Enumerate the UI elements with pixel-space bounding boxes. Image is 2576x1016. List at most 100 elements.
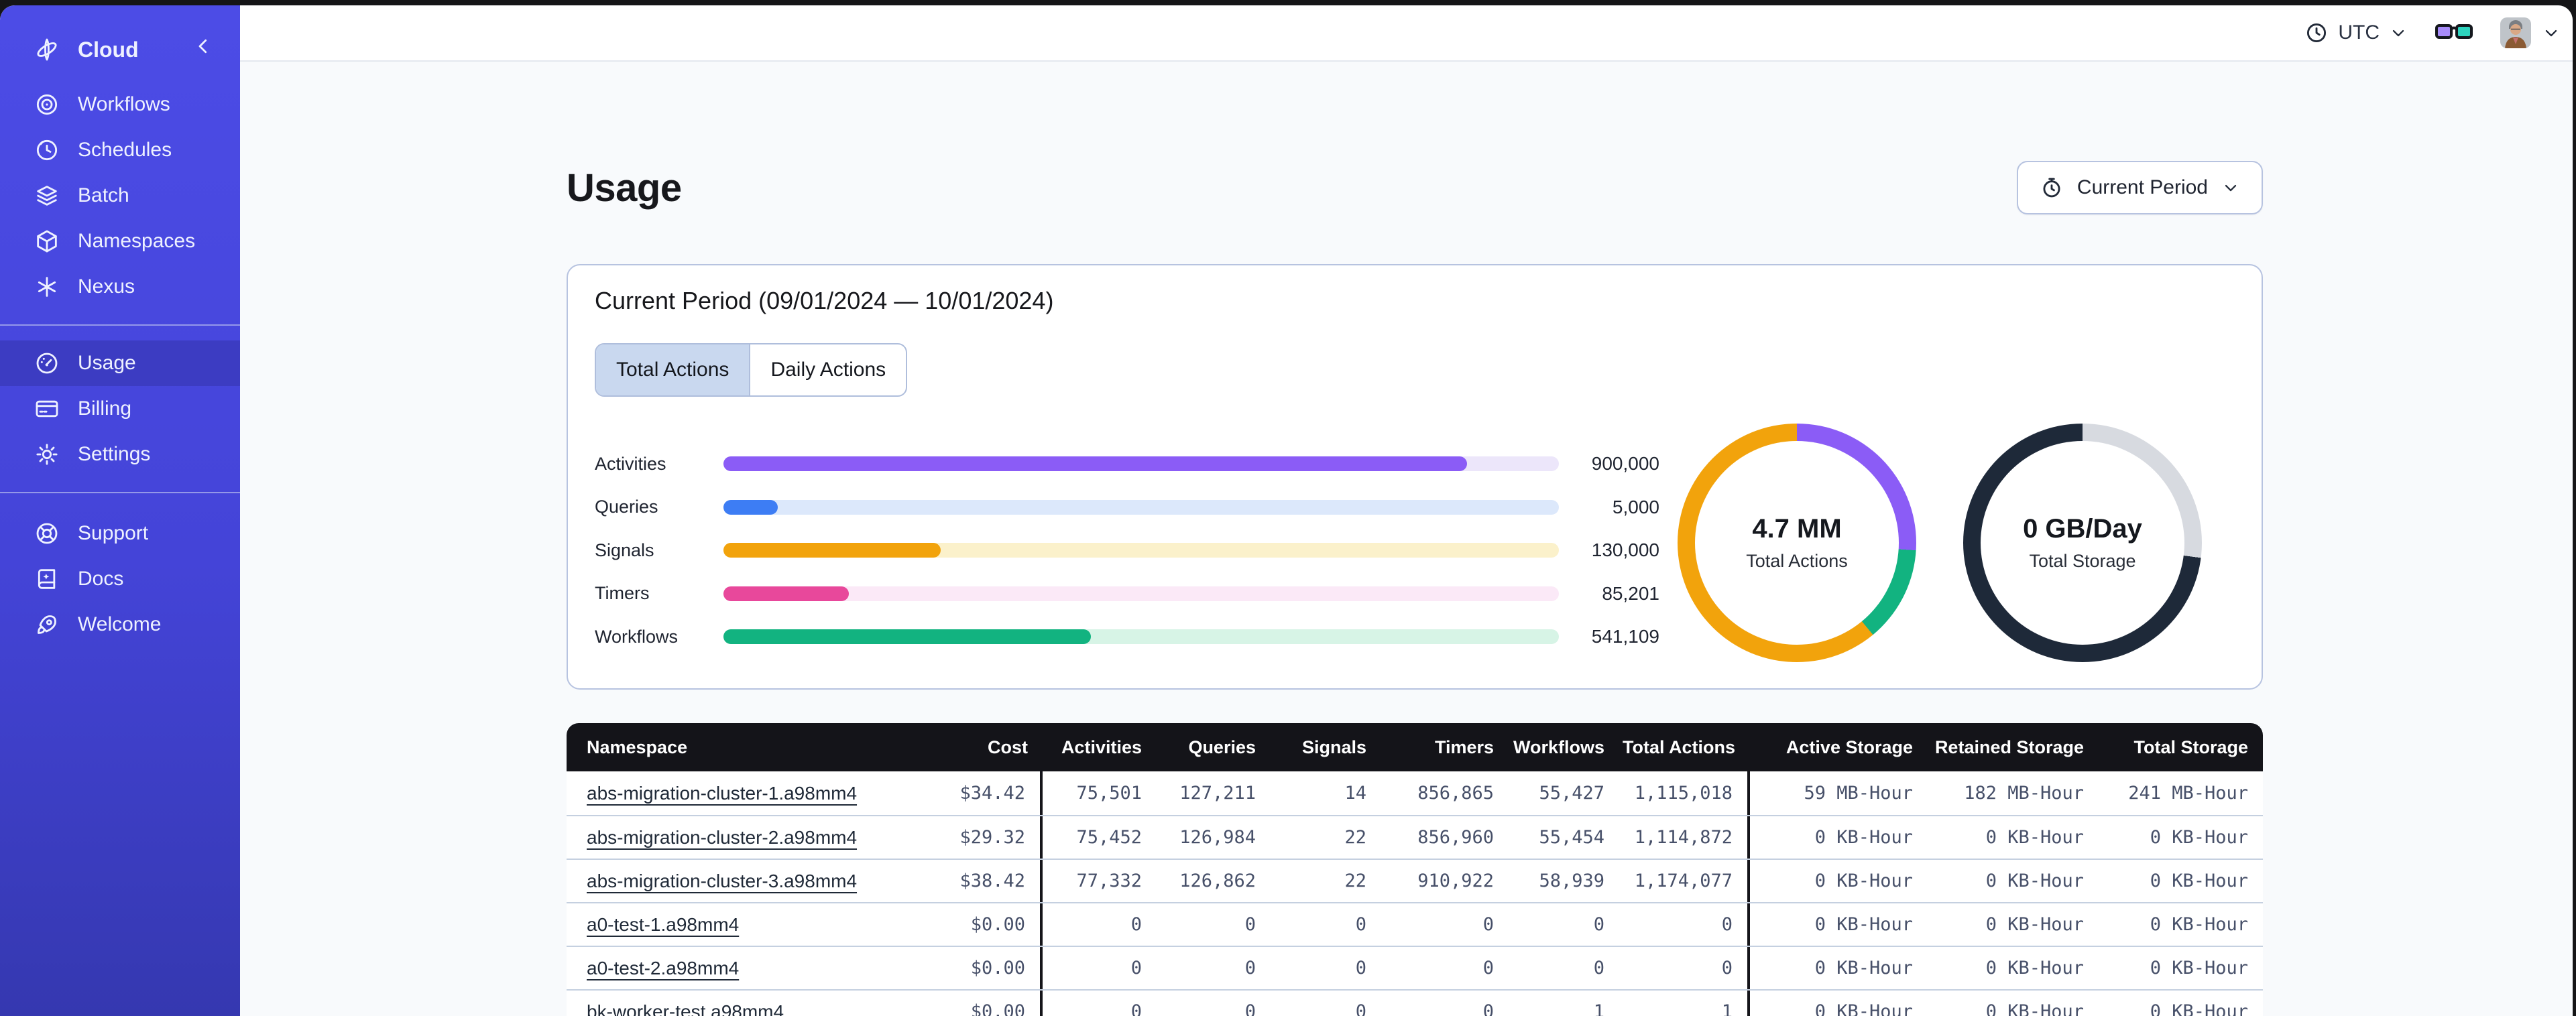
table-row: a0-test-2.a98mm4 $0.00 0 0 0 0 0 0 0 KB-Hour 0 KB… [567,946,2263,989]
namespace-link[interactable]: a0-test-2.a98mm4 [587,958,739,979]
table-cell: 22 [1344,827,1366,848]
bar-value: 5,000 [1612,496,1659,517]
sidebar-item-batch[interactable]: Batch [0,173,240,218]
table-cell: 0 [1482,958,1494,978]
sidebar-item-support[interactable]: Support [0,511,240,556]
sidebar-item-label: Schedules [78,139,172,161]
usage-panel: Current Period (09/01/2024 — 10/01/2024)… [567,264,2263,690]
welcome-rocket-icon [34,611,60,638]
table-cell: 14 [1344,783,1366,804]
bar-fill [723,499,778,515]
table-cell: a0-test-1.a98mm4 [567,903,942,946]
table-cell: 0 [1244,958,1256,978]
tab-total-actions[interactable]: Total Actions [596,344,750,395]
table-cell: 0 [1619,903,1750,946]
table-header-cell: Total Actions [1623,737,1735,757]
sidebar-item-label: Support [78,522,149,544]
table-cell: 77,332 [1076,871,1142,891]
sidebar-item-schedules[interactable]: Schedules [0,127,240,173]
table-cell: 0 KB-Hour [1985,871,2084,891]
cloud-logo-icon [34,36,60,63]
stopwatch-icon [2040,176,2064,200]
bar-value: 130,000 [1591,539,1659,561]
table-cell: abs-migration-cluster-1.a98mm4 [567,771,942,815]
sidebar-item-workflows[interactable]: Workflows [0,82,240,127]
table-header-cell: Retained Storage [1934,737,2084,757]
sidebar-item-label: Settings [78,443,151,465]
chart-bar-row: Workflows 541,109 [595,615,1659,659]
table-cell: $29.32 [942,816,1043,859]
bar-track [723,499,1559,515]
namespace-link[interactable]: abs-migration-cluster-1.a98mm4 [587,783,857,804]
bar-fill [723,543,941,558]
table-cell: 0 [1130,914,1142,935]
table-cell: 0 KB-Hour [2150,871,2248,891]
sidebar-item-label: Namespaces [78,230,196,252]
feedback-glasses-button[interactable] [2435,19,2473,48]
table-cell: 1 [1593,1001,1604,1016]
table-cell: a0-test-2.a98mm4 [567,947,942,989]
bar-category-label: Signals [595,539,654,560]
sidebar-item-settings[interactable]: Settings [0,432,240,477]
period-button-label: Current Period [2076,176,2208,198]
table-cell: 0 [1130,958,1142,978]
bar-track [723,456,1559,472]
table-cell: 0 [1593,914,1604,935]
table-cell: 856,960 [1417,827,1494,848]
total-storage-value: 0 GB/Day [2023,514,2142,544]
sidebar-item-label: Batch [78,184,129,206]
sidebar-item-label: Welcome [78,613,162,635]
namespace-link[interactable]: bk-worker-test.a98mm4 [587,1001,784,1016]
period-select-button[interactable]: Current Period [2016,161,2263,214]
table-cell: 0 [1619,947,1750,989]
table-cell: 1,114,872 [1619,816,1750,859]
table-cell: 126,862 [1179,871,1256,891]
billing-card-icon [34,395,60,422]
sidebar-item-namespaces[interactable]: Namespaces [0,218,240,264]
table-cell: 0 KB-Hour [1985,958,2084,978]
sidebar-item-nexus[interactable]: Nexus [0,264,240,310]
bar-track [723,629,1559,645]
table-header-cell: Activities [1061,737,1142,757]
table-cell: 126,984 [1179,827,1256,848]
table-cell: 856,865 [1417,783,1494,804]
namespace-link[interactable]: abs-migration-cluster-3.a98mm4 [587,871,857,892]
table-cell: 0 KB-Hour [2150,1001,2248,1016]
sidebar-item-docs[interactable]: Docs [0,556,240,602]
table-cell: $38.42 [942,860,1043,902]
table-cell: 0 [1482,1001,1494,1016]
sidebar-item-label: Workflows [78,93,170,115]
table-row: abs-migration-cluster-3.a98mm4 $38.42 77,3… [567,859,2263,902]
namespace-link[interactable]: a0-test-1.a98mm4 [587,914,739,936]
table-cell: 0 KB-Hour [2150,827,2248,848]
table-cell: 0 KB-Hour [1814,914,1913,935]
sidebar-item-welcome[interactable]: Welcome [0,602,240,647]
table-cell: $0.00 [942,903,1043,946]
table-cell: 0 [1244,1001,1256,1016]
table-cell: 0 [1482,914,1494,935]
sidebar-collapse-icon[interactable] [193,36,213,63]
table-cell: 1,115,018 [1619,771,1750,815]
table-cell: 59 MB-Hour [1804,783,1913,804]
bar-category-label: Workflows [595,626,679,647]
namespace-link[interactable]: abs-migration-cluster-2.a98mm4 [587,827,857,848]
sidebar-item-usage[interactable]: Usage [0,340,240,386]
usage-gauge-icon [34,350,60,377]
account-menu[interactable] [2500,17,2561,48]
sidebar-brand[interactable]: Cloud [0,24,240,75]
tab-daily-actions[interactable]: Daily Actions [749,344,906,395]
table-header-cell: Namespace [587,737,688,757]
table-cell: 0 KB-Hour [1814,827,1913,848]
chart-bar-row: Timers 85,201 [595,572,1659,616]
sidebar-item-billing[interactable]: Billing [0,386,240,432]
table-cell: 75,452 [1076,827,1142,848]
table-cell: 1,174,077 [1619,860,1750,902]
table-cell: 182 MB-Hour [1964,783,2084,804]
timezone-selector[interactable]: UTC [2304,21,2408,45]
table-cell: 0 [1355,914,1366,935]
table-row: bk-worker-test.a98mm4 $0.00 0 0 0 0 1 1 0 KB-Hou… [567,989,2263,1016]
bar-track [723,543,1559,558]
bar-value: 85,201 [1602,582,1659,604]
table-cell: abs-migration-cluster-3.a98mm4 [567,860,942,902]
table-row: abs-migration-cluster-1.a98mm4 $34.42 75,5… [567,771,2263,815]
